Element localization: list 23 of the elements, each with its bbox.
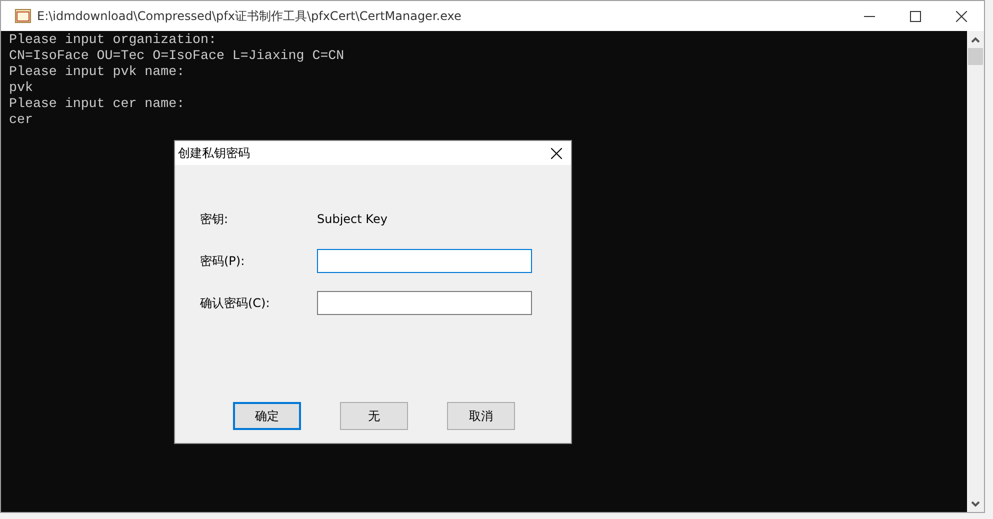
console-line: pvk [9,80,33,96]
console-line: Please input organization: [9,32,216,48]
app-icon [15,9,31,23]
dialog-button[interactable]: 确定 [233,402,301,430]
console-line: cer [9,112,33,128]
scroll-thumb[interactable] [968,48,983,65]
dialog-button[interactable]: 取消 [447,402,515,430]
field-label: 密码(P): [200,252,246,270]
console-line: Please input cer name: [9,96,185,112]
window-title: E:\idmdownload\Compressed\pfx证书制作工具\pfxCert\CertManager.exe [37,8,462,24]
console-line: Please input pvk name: [9,64,185,80]
console-line: CN=IsoFace OU=Tec O=IsoFace L=Jiaxing C=CN [9,48,344,64]
password-field[interactable] [317,291,532,315]
maximize-icon[interactable] [910,10,920,22]
field-label: 确认密码(C): [200,294,271,312]
dialog-button[interactable]: 无 [340,402,408,430]
key-value: Subject Key [317,212,388,226]
close-icon[interactable] [550,148,562,158]
password-field[interactable] [317,249,532,273]
dialog-title: 创建私钥密码 [178,144,250,162]
close-icon[interactable] [956,10,966,22]
key-label: 密钥: [200,210,230,228]
scrollbar[interactable] [967,31,984,512]
